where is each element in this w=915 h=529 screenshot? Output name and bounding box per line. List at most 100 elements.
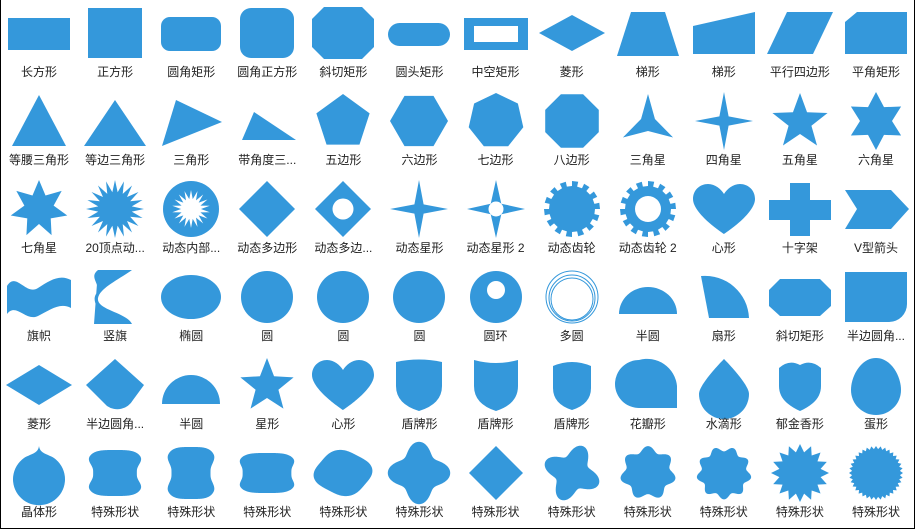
special-shape-3 [230,444,304,502]
shape-item-special-shape-7[interactable]: 特殊形状 [534,440,610,528]
shape-item-tulip-shape[interactable]: 郁金香形 [762,352,838,440]
shape-item-right-pointing-triangle-shape[interactable]: 三角形 [153,88,229,176]
shape-item-multi-circle-shape[interactable]: 多圆 [534,264,610,352]
shape-item-shield-shape-2[interactable]: 盾牌形 [458,352,534,440]
shape-item-diamond-shape[interactable]: 菱形 [534,0,610,88]
shape-item-label: 平行四边形 [769,65,830,79]
shape-item-circle-shape-3[interactable]: 圆 [381,264,457,352]
shape-item-dynamic-gear-shape[interactable]: 动态齿轮 [534,176,610,264]
shape-item-special-shape-2[interactable]: 特殊形状 [153,440,229,528]
shape-item-half-rounded-rectangle-shape[interactable]: 半边圆角... [838,264,914,352]
shape-item-label: 晶体形 [21,505,58,519]
rounded-square-shape [230,4,304,62]
shape-item-flat-corner-rectangle-shape[interactable]: 平角矩形 [838,0,914,88]
shape-item-label: 圆角矩形 [167,65,216,79]
seven-point-star-shape [2,180,76,238]
shape-item-label: 半圆 [635,329,660,343]
shape-item-beveled-rectangle-shape[interactable]: 斜切矩形 [762,264,838,352]
shape-item-dynamic-polygon-shape[interactable]: 动态多边形 [229,176,305,264]
shape-item-pill-rectangle-shape[interactable]: 圆头矩形 [381,0,457,88]
shape-item-label: 竖旗 [103,329,128,343]
shape-item-star-shape[interactable]: 星形 [229,352,305,440]
shape-item-ellipse-shape[interactable]: 椭圆 [153,264,229,352]
shape-item-hollow-rectangle-shape[interactable]: 中空矩形 [458,0,534,88]
shape-item-twenty-point-burst-shape[interactable]: 20顶点动... [77,176,153,264]
shape-item-heptagon-shape[interactable]: 七边形 [458,88,534,176]
shape-item-dynamic-inner-burst-shape[interactable]: 动态内部... [153,176,229,264]
shape-item-square-shape[interactable]: 正方形 [77,0,153,88]
shape-item-label: 动态齿轮 [547,241,596,255]
shape-item-special-shape-4[interactable]: 特殊形状 [305,440,381,528]
shape-item-trapezoid-shape[interactable]: 梯形 [610,0,686,88]
shape-item-three-point-star-shape[interactable]: 三角星 [610,88,686,176]
shape-item-half-rounded-diamond-shape[interactable]: 半边圆角... [77,352,153,440]
special-shape-10 [763,444,837,502]
shape-item-special-shape-8[interactable]: 特殊形状 [610,440,686,528]
shape-item-slanted-trapezoid-shape[interactable]: 梯形 [686,0,762,88]
shape-item-rounded-rectangle-shape[interactable]: 圆角矩形 [153,0,229,88]
shape-item-crystal-shape[interactable]: 晶体形 [1,440,77,528]
shape-item-special-shape-1[interactable]: 特殊形状 [77,440,153,528]
special-shape-11 [839,444,913,502]
shape-item-pentagon-shape[interactable]: 五边形 [305,88,381,176]
shape-item-label: 等腰三角形 [9,153,70,167]
shape-item-egg-shape[interactable]: 蛋形 [838,352,914,440]
shape-item-label: 半边圆角... [86,417,145,431]
shape-item-vertical-flag-shape[interactable]: 竖旗 [77,264,153,352]
shape-item-dome-semicircle-shape[interactable]: 半圆 [153,352,229,440]
shape-item-petal-shape[interactable]: 花瓣形 [610,352,686,440]
dynamic-gear-hole-shape [611,180,685,238]
shape-item-label: 圆 [261,329,274,343]
shape-item-label: 特殊形状 [699,505,748,519]
shape-item-label: 梯形 [635,65,660,79]
shape-item-special-shape-6[interactable]: 特殊形状 [458,440,534,528]
shape-item-five-point-star-shape[interactable]: 五角星 [762,88,838,176]
shape-item-label: 菱形 [559,65,584,79]
parallelogram-shape [763,4,837,62]
shape-item-rectangle-shape[interactable]: 长方形 [1,0,77,88]
shape-item-dynamic-gear-hole-shape[interactable]: 动态齿轮 2 [610,176,686,264]
shape-item-angled-triangle-shape[interactable]: 带角度三... [229,88,305,176]
shape-item-dynamic-polygon-hole-shape[interactable]: 动态多边... [305,176,381,264]
shape-item-isosceles-triangle-shape[interactable]: 等腰三角形 [1,88,77,176]
shape-item-parallelogram-shape[interactable]: 平行四边形 [762,0,838,88]
shape-item-special-shape-10[interactable]: 特殊形状 [762,440,838,528]
shape-item-dynamic-star-shape[interactable]: 动态星形 [381,176,457,264]
shape-item-shield-shape-3[interactable]: 盾牌形 [534,352,610,440]
shape-item-special-shape-5[interactable]: 特殊形状 [381,440,457,528]
shape-item-sector-shape[interactable]: 扇形 [686,264,762,352]
shape-item-octagon-shape[interactable]: 八边形 [534,88,610,176]
shape-item-circle-shape-2[interactable]: 圆 [305,264,381,352]
shape-item-chevron-arrow-shape[interactable]: V型箭头 [838,176,914,264]
shape-item-rhombus-shape[interactable]: 菱形 [1,352,77,440]
shape-item-six-point-star-shape[interactable]: 六角星 [838,88,914,176]
shape-item-label: 斜切矩形 [775,329,824,343]
dynamic-star-hole-shape [459,180,533,238]
shape-item-four-point-star-shape[interactable]: 四角星 [686,88,762,176]
shape-item-label: 特殊形状 [167,505,216,519]
shape-item-special-shape-9[interactable]: 特殊形状 [686,440,762,528]
shape-item-heart-shape-2[interactable]: 心形 [305,352,381,440]
octagon-shape [535,92,609,150]
shape-item-semicircle-shape[interactable]: 半圆 [610,264,686,352]
special-shape-9 [687,444,761,502]
shape-item-circle-shape[interactable]: 圆 [229,264,305,352]
shape-item-shield-shape[interactable]: 盾牌形 [381,352,457,440]
circle-shape-3 [382,268,456,326]
shape-item-label: 圆角正方形 [237,65,298,79]
shape-item-teardrop-shape[interactable]: 水滴形 [686,352,762,440]
shape-item-cross-shape[interactable]: 十字架 [762,176,838,264]
shape-item-seven-point-star-shape[interactable]: 七角星 [1,176,77,264]
shape-item-donut-shape[interactable]: 圆环 [458,264,534,352]
shape-item-equilateral-triangle-shape[interactable]: 等边三角形 [77,88,153,176]
shape-item-heart-shape[interactable]: 心形 [686,176,762,264]
shape-item-octagon-cut-rectangle-shape[interactable]: 斜切矩形 [305,0,381,88]
shape-item-rounded-square-shape[interactable]: 圆角正方形 [229,0,305,88]
shape-item-flag-shape[interactable]: 旗帜 [1,264,77,352]
shape-item-special-shape-11[interactable]: 特殊形状 [838,440,914,528]
twenty-point-burst-shape [78,180,152,238]
shape-item-special-shape-3[interactable]: 特殊形状 [229,440,305,528]
shape-item-hexagon-shape[interactable]: 六边形 [381,88,457,176]
shape-item-dynamic-star-hole-shape[interactable]: 动态星形 2 [458,176,534,264]
donut-shape [459,268,533,326]
